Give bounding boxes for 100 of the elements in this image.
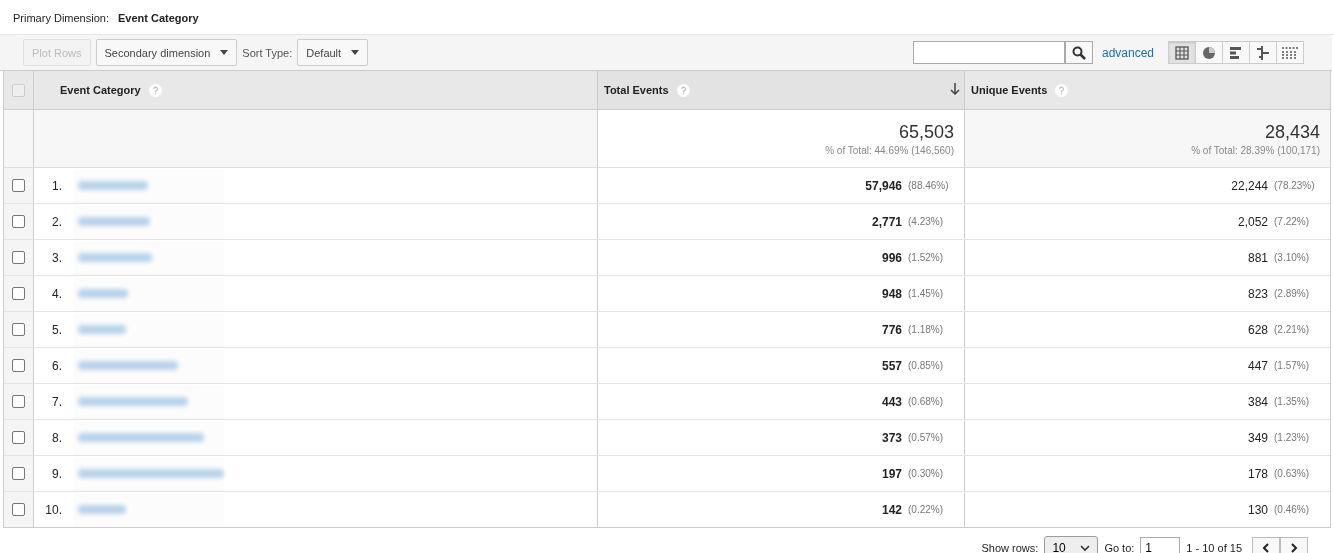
chevron-down-icon [1080, 544, 1091, 552]
row-checkbox[interactable] [12, 215, 25, 228]
blurred-label [78, 217, 150, 226]
go-to-field[interactable]: 1 [1140, 537, 1181, 553]
row-checkbox[interactable] [12, 251, 25, 264]
row-number: 8. [51, 430, 62, 445]
sort-arrow-icon [950, 83, 960, 95]
table-cell-text: (1.18%) [908, 324, 944, 335]
table-cell-text: (0.85%) [908, 360, 944, 371]
page-range: 1 - 10 of 15 [1186, 542, 1242, 553]
table-cell: 197 [881, 466, 902, 481]
row-number: 4. [51, 286, 62, 301]
table-cell: 628 [1247, 322, 1268, 337]
row-number: 3. [51, 250, 62, 265]
table-cell-text: (1.52%) [908, 252, 944, 263]
table-cell: 881 [1247, 250, 1268, 265]
primary-dimension-value[interactable]: Event Category [117, 12, 199, 24]
caret-icon [351, 50, 360, 55]
table-cell-text: (88.46%) [908, 180, 950, 191]
table-cell-text: (1.35%) [1274, 396, 1310, 407]
table-cell: 373 [881, 430, 902, 445]
table-cell: 130 [1247, 502, 1268, 517]
show-rows-label: Show rows: [981, 542, 1039, 553]
table-cell: 57,946 [865, 178, 902, 193]
row-number: 9. [51, 466, 62, 481]
table-cell: 142 [881, 502, 902, 517]
select-all-checkbox[interactable] [12, 83, 25, 97]
table-cell-text: (0.30%) [908, 468, 944, 479]
row-number: 10. [44, 502, 62, 517]
row-checkbox[interactable] [12, 467, 25, 480]
show-rows-dropdown[interactable]: 10 [1044, 536, 1099, 553]
secondary-dimension-dropdown[interactable]: Secondary dimension [95, 39, 238, 66]
chevron-right-icon [1290, 543, 1298, 553]
row-number: 1. [51, 178, 62, 193]
chevron-left-icon [1262, 543, 1270, 553]
help-icon [1055, 83, 1069, 97]
row-checkbox[interactable] [12, 395, 25, 408]
next-page-button[interactable] [1280, 537, 1308, 553]
advanced-link[interactable]: advanced [1101, 45, 1154, 60]
table-cell-text: (0.57%) [908, 432, 944, 443]
row-number: 7. [51, 394, 62, 409]
table-cell-text: (0.22%) [908, 504, 944, 515]
comparison-icon [1256, 45, 1270, 60]
pie-chart-icon [1202, 45, 1216, 60]
table-cell-text: (2.21%) [1274, 324, 1310, 335]
total-value: 28,434 [1264, 121, 1320, 143]
comparison-view-button[interactable] [1249, 41, 1277, 64]
table-cell-text: (3.10%) [1274, 252, 1310, 263]
row-number: 2. [51, 214, 62, 229]
table-cell-text: (0.63%) [1274, 468, 1310, 479]
table-cell: 2,771 [871, 214, 902, 229]
table-cell: 823 [1247, 286, 1268, 301]
grid-icon [1175, 45, 1189, 60]
total-value: 65,503 [898, 121, 954, 143]
table-cell: 2,052 [1237, 214, 1268, 229]
column-header[interactable]: Unique Events [965, 71, 1330, 109]
blurred-label [78, 181, 148, 190]
row-checkbox[interactable] [12, 503, 25, 516]
row-checkbox[interactable] [12, 179, 25, 192]
help-icon [676, 83, 690, 97]
row-checkbox[interactable] [12, 359, 25, 372]
caret-icon [220, 50, 229, 55]
table-cell-text: (1.57%) [1274, 360, 1310, 371]
table-cell-text: (2.89%) [1274, 288, 1310, 299]
previous-page-button[interactable] [1252, 537, 1280, 553]
column-header[interactable]: Total Events [598, 71, 965, 109]
row-number: 5. [51, 322, 62, 337]
table-cell: 178 [1247, 466, 1268, 481]
table-cell-text: (1.45%) [908, 288, 944, 299]
table-cell-text: (7.22%) [1274, 216, 1310, 227]
table-cell: 384 [1247, 394, 1268, 409]
table-view-button[interactable] [1168, 41, 1196, 64]
row-checkbox[interactable] [12, 287, 25, 300]
table-cell: 22,244 [1231, 178, 1268, 193]
table-cell: 948 [881, 286, 902, 301]
table-cell: 996 [881, 250, 902, 265]
row-number: 6. [51, 358, 62, 373]
blurred-label [78, 289, 128, 298]
table-cell: 776 [881, 322, 902, 337]
table-cell-text: (4.23%) [908, 216, 944, 227]
table-cell-text: (1.23%) [1274, 432, 1310, 443]
help-icon [148, 83, 162, 97]
table-cell-text: (78.23%) [1274, 180, 1316, 191]
total-percentage: % of Total: 28.39% (100,171) [1191, 144, 1320, 156]
row-checkbox[interactable] [12, 323, 25, 336]
blurred-label [78, 505, 126, 514]
table-cell: 447 [1247, 358, 1268, 373]
table-cell-text: (0.68%) [908, 396, 944, 407]
pie-view-button[interactable] [1195, 41, 1223, 64]
sort-type-label: Sort Type: [242, 46, 293, 59]
row-checkbox[interactable] [12, 431, 25, 444]
primary-dimension-label: Primary Dimension: [13, 12, 109, 24]
bar-chart-icon [1229, 45, 1243, 60]
search-button[interactable] [1064, 41, 1093, 64]
bars-view-button[interactable] [1222, 41, 1250, 64]
table-cell: 557 [881, 358, 902, 373]
search-field[interactable] [912, 41, 1065, 64]
pivot-icon [1281, 45, 1299, 60]
sort-type-dropdown[interactable]: Default [297, 39, 369, 66]
pivot-view-button[interactable] [1276, 41, 1304, 64]
